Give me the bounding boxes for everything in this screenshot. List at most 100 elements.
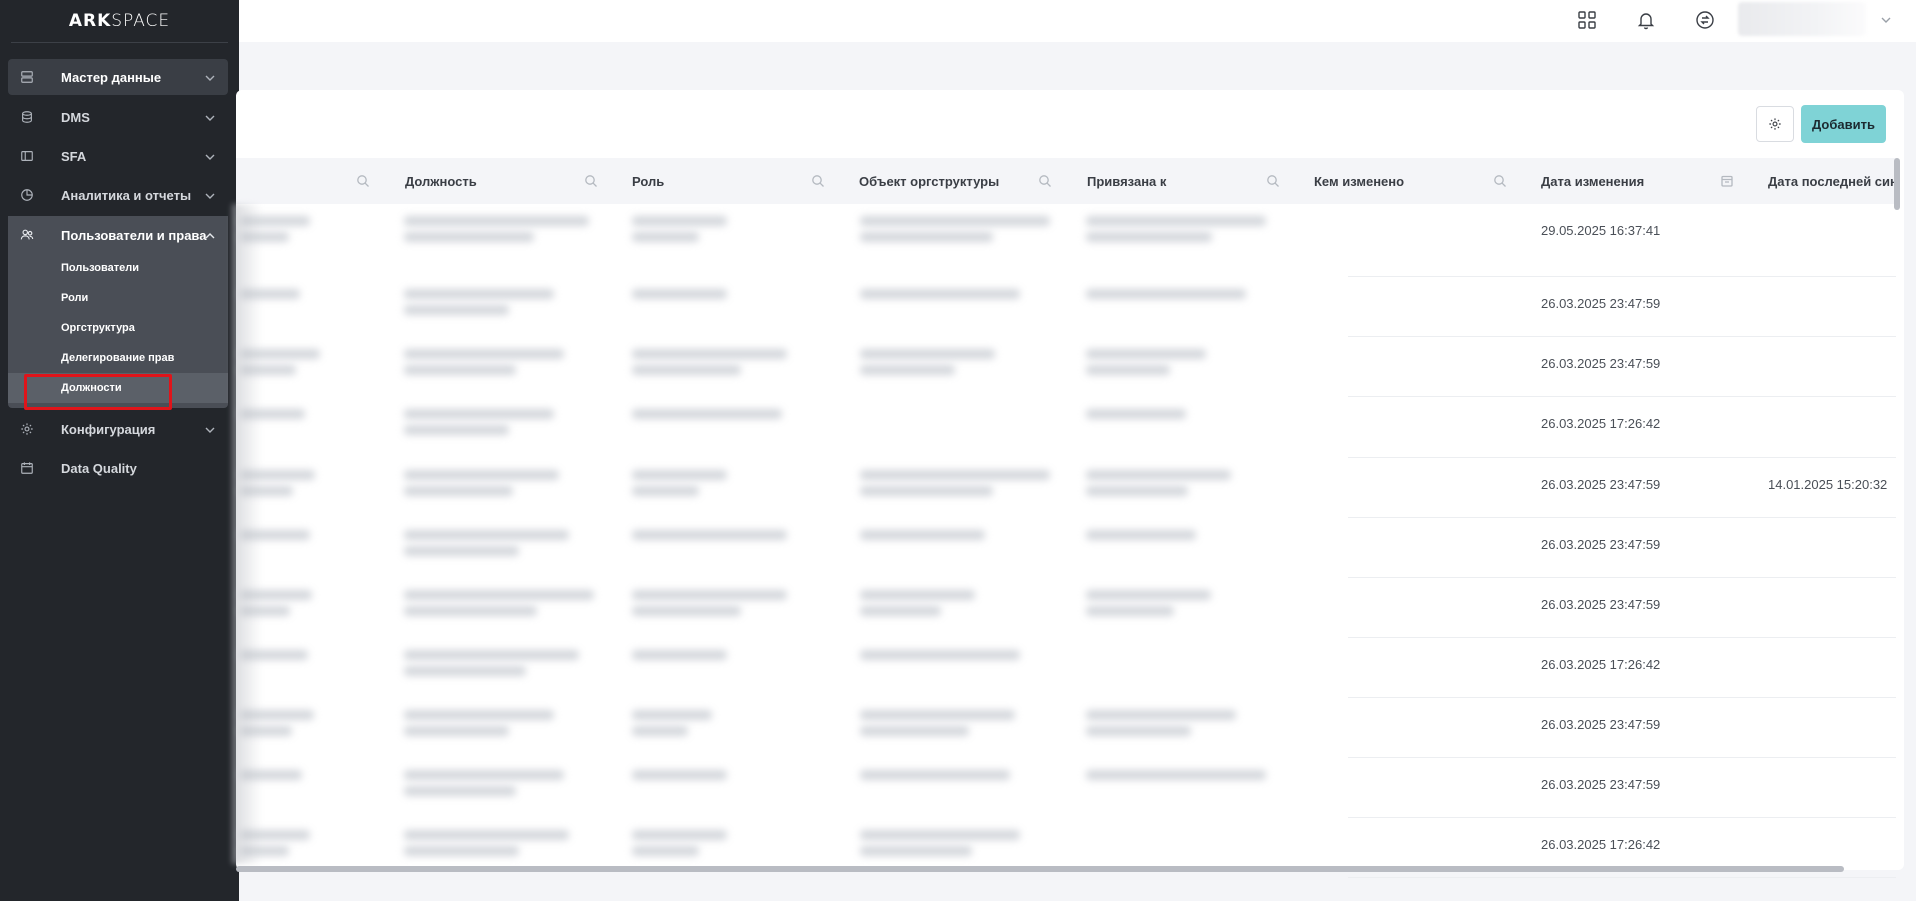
redacted-cell bbox=[632, 846, 699, 856]
chevron-down-icon bbox=[204, 189, 216, 201]
table-row[interactable]: 26.03.2025 17:26:42 bbox=[236, 638, 1896, 698]
cell-changed-date: 26.03.2025 17:26:42 bbox=[1541, 657, 1661, 672]
sidebar-group-label: Пользователи и права bbox=[61, 227, 207, 243]
cell-changed-date: 26.03.2025 17:26:42 bbox=[1541, 837, 1661, 852]
sidebar-item-label: Мастер данные bbox=[61, 69, 162, 85]
sidebar-item-label: Конфигурация bbox=[61, 421, 156, 437]
gear-icon bbox=[1769, 118, 1781, 130]
sidebar-subitem-positions[interactable]: Должности bbox=[8, 373, 228, 403]
column-header-position[interactable]: Должность bbox=[405, 158, 477, 204]
redacted-cell bbox=[1086, 365, 1170, 375]
column-header-org-object[interactable]: Объект оргструктуры bbox=[859, 158, 999, 204]
add-button[interactable]: Добавить bbox=[1801, 105, 1886, 143]
sidebar-item-label: Аналитика и отчеты bbox=[61, 187, 192, 203]
redacted-cell bbox=[632, 650, 727, 660]
sidebar-item-master-data[interactable]: Мастер данные bbox=[8, 59, 228, 95]
table-row[interactable]: 26.03.2025 23:47:59 14.01.2025 15:20:32 bbox=[236, 458, 1896, 518]
cell-changed-date: 26.03.2025 23:47:59 bbox=[1541, 296, 1661, 311]
sidebar-item-label: SFA bbox=[61, 148, 87, 164]
user-profile[interactable] bbox=[1738, 2, 1866, 36]
cell-changed-date: 26.03.2025 23:47:59 bbox=[1541, 777, 1661, 792]
sidebar-item-data-quality[interactable]: Data Quality bbox=[8, 450, 228, 486]
column-header-linked-to[interactable]: Привязана к bbox=[1087, 158, 1166, 204]
search-icon[interactable] bbox=[1038, 174, 1052, 188]
table-settings-button[interactable] bbox=[1756, 106, 1794, 142]
column-header-last-sync[interactable]: Дата последней син bbox=[1768, 158, 1898, 204]
horizontal-scrollbar[interactable] bbox=[236, 866, 1844, 872]
vertical-scrollbar[interactable] bbox=[1894, 158, 1900, 210]
redacted-cell bbox=[1086, 349, 1206, 359]
redacted-cell bbox=[860, 365, 955, 375]
sidebar-item-sfa[interactable]: SFA bbox=[8, 138, 228, 174]
redacted-cell bbox=[860, 232, 993, 242]
redacted-cell bbox=[404, 289, 554, 299]
sync-icon[interactable] bbox=[1694, 9, 1716, 31]
search-icon[interactable] bbox=[356, 174, 370, 188]
table-row[interactable]: 26.03.2025 23:47:59 bbox=[236, 337, 1896, 397]
redacted-cell bbox=[632, 349, 787, 359]
column-header-changed-by[interactable]: Кем изменено bbox=[1314, 158, 1404, 204]
sidebar-subitem-roles[interactable]: Роли bbox=[8, 283, 228, 313]
search-icon[interactable] bbox=[1266, 174, 1280, 188]
sidebar-subitem-delegation[interactable]: Делегирование прав bbox=[8, 343, 228, 373]
redacted-cell bbox=[632, 770, 727, 780]
table-row[interactable]: 29.05.2025 16:37:41 bbox=[236, 204, 1896, 277]
cell-changed-date: 26.03.2025 17:26:42 bbox=[1541, 416, 1661, 431]
chevron-up-icon bbox=[204, 229, 216, 241]
sidebar-item-analytics[interactable]: Аналитика и отчеты bbox=[8, 177, 228, 213]
cell-changed-date: 26.03.2025 23:47:59 bbox=[1541, 537, 1661, 552]
sidebar-subitem-users[interactable]: Пользователи bbox=[8, 253, 228, 283]
frozen-column-edge bbox=[232, 204, 262, 864]
apps-grid-icon[interactable] bbox=[1576, 9, 1598, 31]
table-row[interactable]: 26.03.2025 23:47:59 bbox=[236, 578, 1896, 638]
redacted-cell bbox=[1086, 710, 1236, 720]
bell-icon[interactable] bbox=[1635, 9, 1657, 31]
redacted-cell bbox=[1086, 770, 1266, 780]
layout-icon bbox=[20, 149, 34, 163]
redacted-cell bbox=[632, 365, 741, 375]
app-logo[interactable]: ARK SPACE bbox=[0, 0, 239, 42]
logo-bold-text: ARK bbox=[68, 11, 112, 31]
redacted-cell bbox=[404, 606, 537, 616]
cell-last-sync: 14.01.2025 15:20:32 bbox=[1768, 477, 1888, 492]
database-icon bbox=[20, 110, 34, 124]
users-icon bbox=[20, 228, 34, 242]
redacted-cell bbox=[1086, 216, 1266, 226]
table-row[interactable]: 26.03.2025 23:47:59 bbox=[236, 758, 1896, 818]
redacted-cell bbox=[404, 470, 559, 480]
search-icon[interactable] bbox=[811, 174, 825, 188]
subitem-label: Должности bbox=[61, 382, 122, 394]
server-icon bbox=[20, 70, 34, 84]
calendar-icon bbox=[20, 461, 34, 475]
redacted-cell bbox=[404, 349, 564, 359]
redacted-cell bbox=[404, 216, 589, 226]
cell-changed-date: 26.03.2025 23:47:59 bbox=[1541, 477, 1661, 492]
redacted-cell bbox=[860, 726, 969, 736]
chevron-down-icon[interactable] bbox=[1880, 13, 1892, 25]
redacted-cell bbox=[860, 349, 995, 359]
search-icon[interactable] bbox=[1493, 174, 1507, 188]
redacted-cell bbox=[1086, 606, 1174, 616]
table-row[interactable]: 26.03.2025 17:26:42 bbox=[236, 397, 1896, 458]
redacted-cell bbox=[632, 606, 741, 616]
chevron-down-icon bbox=[204, 71, 216, 83]
redacted-cell bbox=[404, 830, 569, 840]
redacted-cell bbox=[860, 650, 1020, 660]
redacted-cell bbox=[860, 830, 1020, 840]
table-row[interactable]: 26.03.2025 23:47:59 bbox=[236, 518, 1896, 578]
sidebar-item-configuration[interactable]: Конфигурация bbox=[8, 411, 228, 447]
sidebar-item-label: Data Quality bbox=[61, 460, 137, 476]
table-row[interactable]: 26.03.2025 23:47:59 bbox=[236, 277, 1896, 337]
column-header-role[interactable]: Роль bbox=[632, 158, 664, 204]
column-header-changed-date[interactable]: Дата изменения bbox=[1541, 158, 1644, 204]
redacted-cell bbox=[860, 216, 1050, 226]
sidebar-item-label: DMS bbox=[61, 109, 90, 125]
table-row[interactable]: 26.03.2025 23:47:59 bbox=[236, 698, 1896, 758]
sidebar-subitem-orgstructure[interactable]: Оргструктура bbox=[8, 313, 228, 343]
calendar-filter-icon[interactable] bbox=[1720, 174, 1734, 188]
sidebar: ARK SPACE Мастер данные DMS SFA Аналитика… bbox=[0, 0, 239, 901]
subitem-label: Делегирование прав bbox=[61, 352, 175, 364]
sidebar-item-users-rights[interactable]: Пользователи и права bbox=[8, 216, 228, 254]
search-icon[interactable] bbox=[584, 174, 598, 188]
sidebar-item-dms[interactable]: DMS bbox=[8, 99, 228, 135]
